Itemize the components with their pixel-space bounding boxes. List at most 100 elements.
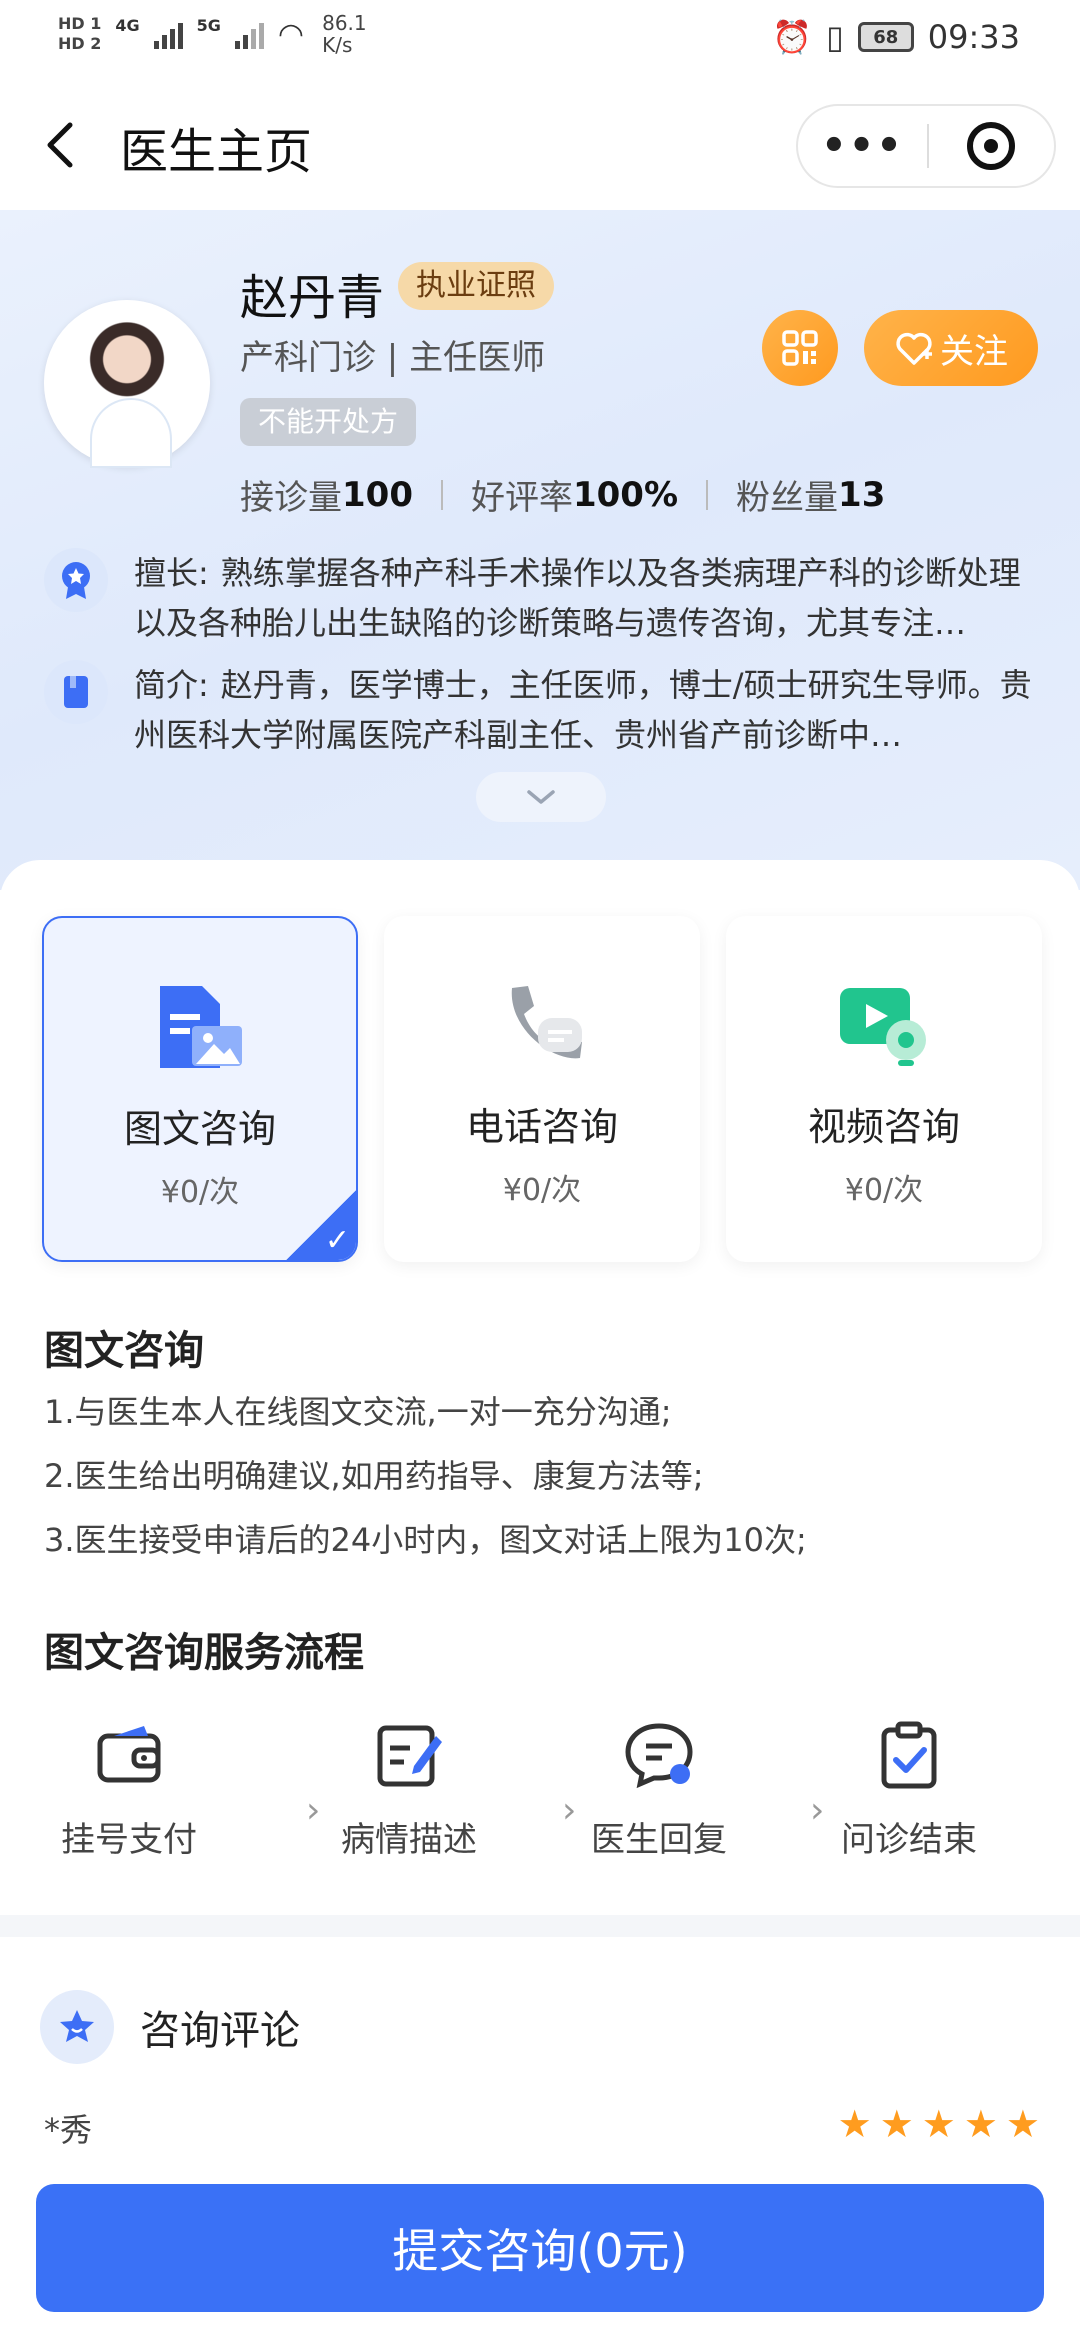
flow-step-reply: 医生回复 — [574, 1720, 744, 1861]
qr-code-button[interactable] — [762, 310, 838, 386]
chevron-right-icon: › — [306, 1790, 321, 1831]
signal-icon-2 — [234, 19, 264, 49]
intro-text: 简介: 赵丹青，医学博士，主任医师，博士/硕士研究生导师。贵州医科大学附属医院产科… — [134, 660, 1034, 760]
stats-divider — [706, 479, 709, 510]
flow-step-label: 问诊结束 — [841, 1820, 977, 1860]
clipboard-check-icon — [874, 1720, 944, 1790]
book-icon — [44, 660, 108, 724]
submit-consult-button[interactable]: 提交咨询(0元) — [36, 2184, 1044, 2312]
chevron-right-icon: › — [810, 1790, 825, 1831]
star-badge-icon — [40, 1990, 114, 2064]
consult-type-phone[interactable]: 电话咨询 ¥0/次 — [384, 916, 700, 1262]
flow-step-pay: 挂号支付 — [44, 1720, 214, 1861]
follow-label: 关注 — [940, 331, 1008, 372]
description-list: 1.与医生本人在线图文交流,一对一充分沟通; 2.医生给出明确建议,如用药指导、… — [44, 1380, 807, 1572]
consult-type-title: 视频咨询 — [807, 1105, 960, 1149]
fans-label: 粉丝量 — [736, 478, 839, 518]
vibrate-icon: ▯ — [826, 18, 844, 56]
consult-type-price: ¥0/次 — [502, 1173, 582, 1208]
close-miniapp-button[interactable] — [929, 122, 1054, 170]
star-icon: ★ — [879, 2102, 914, 2146]
description-title: 图文咨询 — [44, 1328, 204, 1374]
target-icon — [967, 122, 1016, 170]
stats-divider — [440, 479, 443, 510]
intro-label: 简介: — [134, 666, 209, 704]
flow-step-label: 医生回复 — [591, 1820, 727, 1860]
speed-value: 86.1 — [322, 11, 367, 35]
hd2-label: HD 2 — [58, 34, 102, 53]
prescription-tag: 不能开处方 — [240, 398, 417, 446]
medal-icon — [44, 548, 108, 612]
heart-plus-icon — [896, 332, 932, 365]
consult-type-text[interactable]: 图文咨询 ¥0/次 — [42, 916, 358, 1262]
document-image-icon — [152, 980, 248, 1076]
qr-code-icon — [782, 330, 818, 366]
rating-value: 100% — [572, 474, 679, 515]
flow-step-label: 挂号支付 — [61, 1820, 197, 1860]
chevron-down-icon — [527, 790, 555, 804]
follow-button[interactable]: 关注 — [864, 310, 1038, 386]
flow-step-describe: 病情描述 — [324, 1720, 494, 1861]
doctor-name: 赵丹青 — [240, 270, 385, 326]
alarm-icon: ⏰ — [772, 18, 813, 56]
intro-value: 赵丹青，医学博士，主任医师，博士/硕士研究生导师。贵州医科大学附属医院产科副主任… — [134, 666, 1032, 754]
consult-count-label: 接诊量 — [240, 478, 342, 518]
battery-icon: 68 — [857, 22, 914, 52]
rating-label: 好评率 — [470, 478, 573, 518]
page-title: 医生主页 — [120, 124, 313, 180]
avatar — [44, 300, 210, 466]
consult-type-title: 图文咨询 — [123, 1107, 276, 1151]
video-camera-icon — [836, 978, 932, 1074]
consult-type-price: ¥0/次 — [844, 1173, 924, 1208]
nav-bar: 医生主页 ••• — [0, 90, 1080, 200]
battery-level: 68 — [873, 26, 899, 48]
consult-panel: 图文咨询 ¥0/次 电话咨询 ¥0/次 视频咨询 ¥0/次 图文咨询 1. — [0, 860, 1080, 1940]
wallet-icon — [94, 1720, 164, 1790]
description-line: 2.医生给出明确建议,如用药指导、康复方法等; — [44, 1457, 704, 1495]
speed-unit: K/s — [322, 33, 353, 57]
bottom-bar: 提交咨询(0元) — [0, 2160, 1080, 2340]
doctor-department: 产科门诊 | 主任医师 — [240, 338, 546, 378]
specialty-label: 擅长: — [134, 554, 209, 592]
net-speed: 86.1 K/s — [322, 12, 367, 56]
edit-note-icon — [374, 1720, 444, 1790]
flow-step-finish: 问诊结束 — [824, 1720, 994, 1861]
wifi-icon: ◠ — [277, 16, 305, 52]
fans-value: 13 — [838, 474, 886, 515]
description-line: 1.与医生本人在线图文交流,一对一充分沟通; — [44, 1393, 672, 1431]
consult-type-title: 电话咨询 — [465, 1105, 618, 1149]
flow-title: 图文咨询服务流程 — [44, 1630, 364, 1676]
star-icon: ★ — [1005, 2102, 1040, 2146]
miniapp-capsule: ••• — [796, 104, 1056, 188]
more-button[interactable]: ••• — [798, 123, 927, 169]
selected-check-icon — [286, 1190, 356, 1260]
back-icon[interactable] — [40, 115, 90, 175]
clock: 09:33 — [927, 18, 1020, 56]
section-divider — [0, 1915, 1080, 1937]
consult-type-list: 图文咨询 ¥0/次 电话咨询 ¥0/次 视频咨询 ¥0/次 — [42, 916, 1042, 1262]
star-icon: ★ — [963, 2102, 998, 2146]
reviews-header: 咨询评论 — [40, 1990, 300, 2064]
consult-count-value: 100 — [342, 474, 413, 515]
hd-indicators: HD 1 HD 2 — [58, 14, 101, 54]
consult-type-price: ¥0/次 — [160, 1175, 240, 1210]
signal-icon — [153, 19, 183, 49]
specialty-text: 擅长: 熟练掌握各种产科手术操作以及各类病理产科的诊断处理以及各种胎儿出生缺陷的诊… — [134, 548, 1034, 648]
chat-bubble-icon — [624, 1720, 694, 1790]
specialty-value: 熟练掌握各种产科手术操作以及各类病理产科的诊断处理以及各种胎儿出生缺陷的诊断策略… — [134, 554, 1021, 642]
expand-button[interactable] — [476, 772, 606, 822]
intro-row: 简介: 赵丹青，医学博士，主任医师，博士/硕士研究生导师。贵州医科大学附属医院产科… — [44, 660, 1044, 760]
flow-step-label: 病情描述 — [341, 1820, 477, 1860]
specialty-row: 擅长: 熟练掌握各种产科手术操作以及各类病理产科的诊断处理以及各种胎儿出生缺陷的诊… — [44, 548, 1044, 648]
doctor-page: { "status_bar": { "hd1": "HD 1", "hd2": … — [0, 0, 1080, 2340]
phone-icon — [494, 978, 590, 1074]
net2-label: 5G — [196, 16, 221, 35]
net1-label: 4G — [115, 16, 140, 35]
doctor-stats: 接诊量 100 好评率 100% 粉丝量 13 — [240, 470, 885, 519]
hd1-label: HD 1 — [58, 14, 102, 33]
license-badge[interactable]: 执业证照 — [398, 262, 554, 310]
consult-type-video[interactable]: 视频咨询 ¥0/次 — [726, 916, 1042, 1262]
star-icon: ★ — [837, 2102, 872, 2146]
star-icon: ★ — [921, 2102, 956, 2146]
service-flow: 挂号支付 › 病情描述 › 医生回复 › 问诊结束 — [44, 1720, 1044, 1870]
